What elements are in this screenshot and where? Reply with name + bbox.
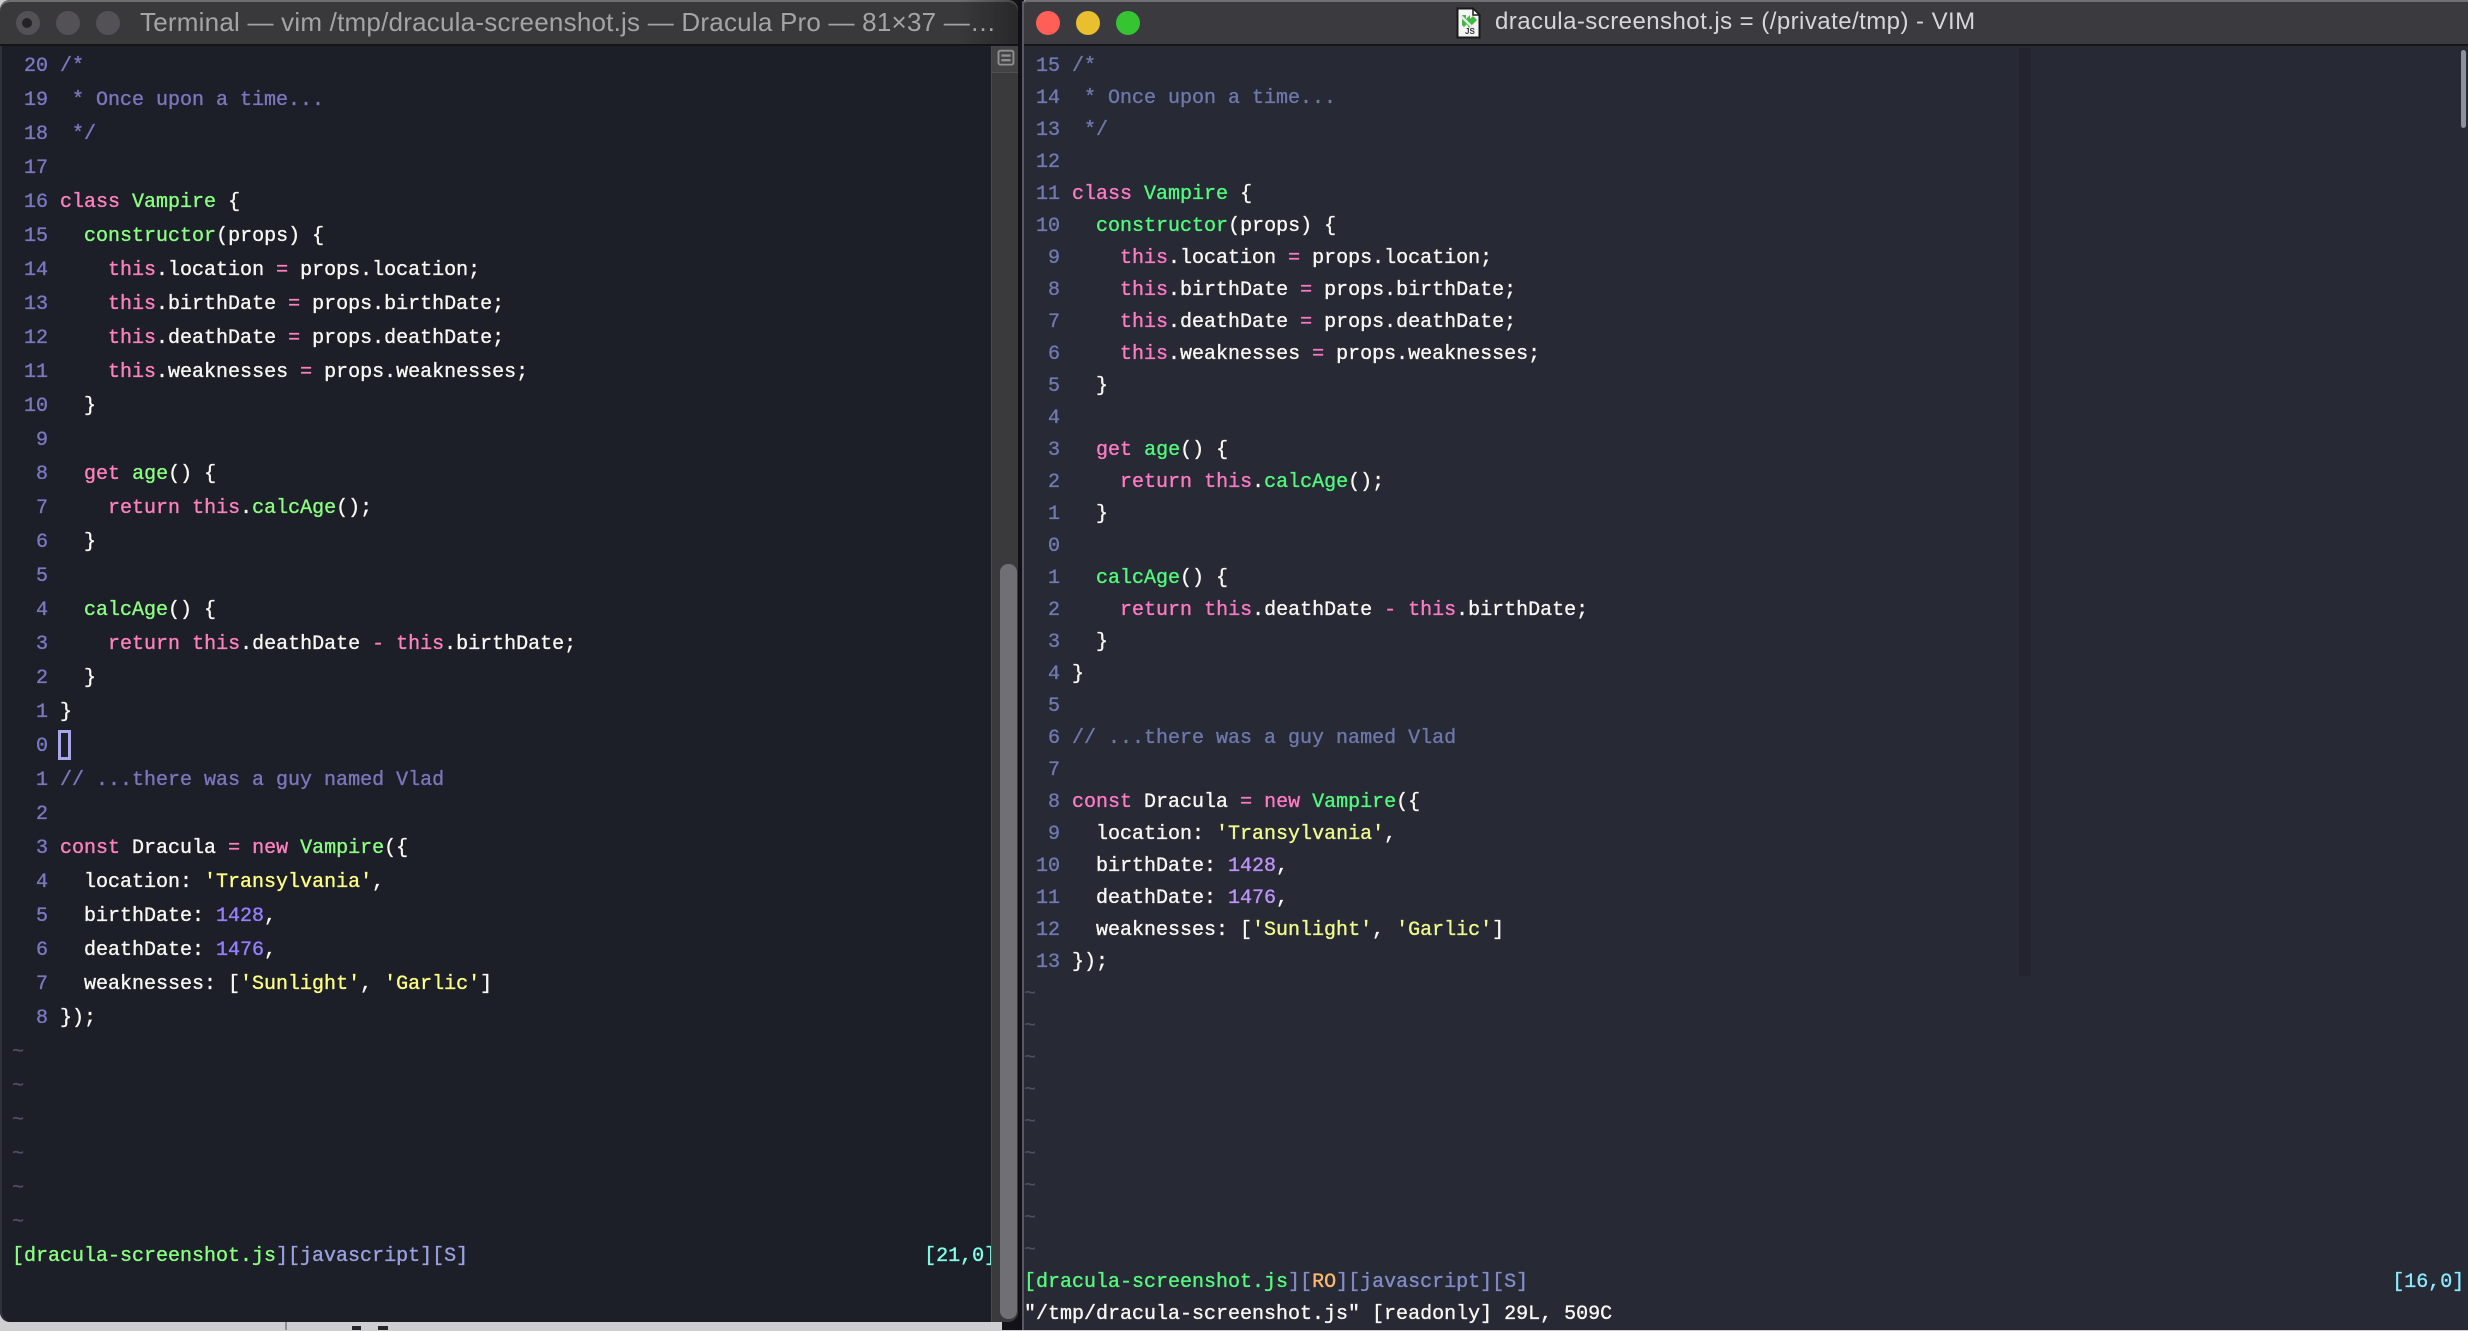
svg-text:JS: JS bbox=[1465, 27, 1475, 36]
